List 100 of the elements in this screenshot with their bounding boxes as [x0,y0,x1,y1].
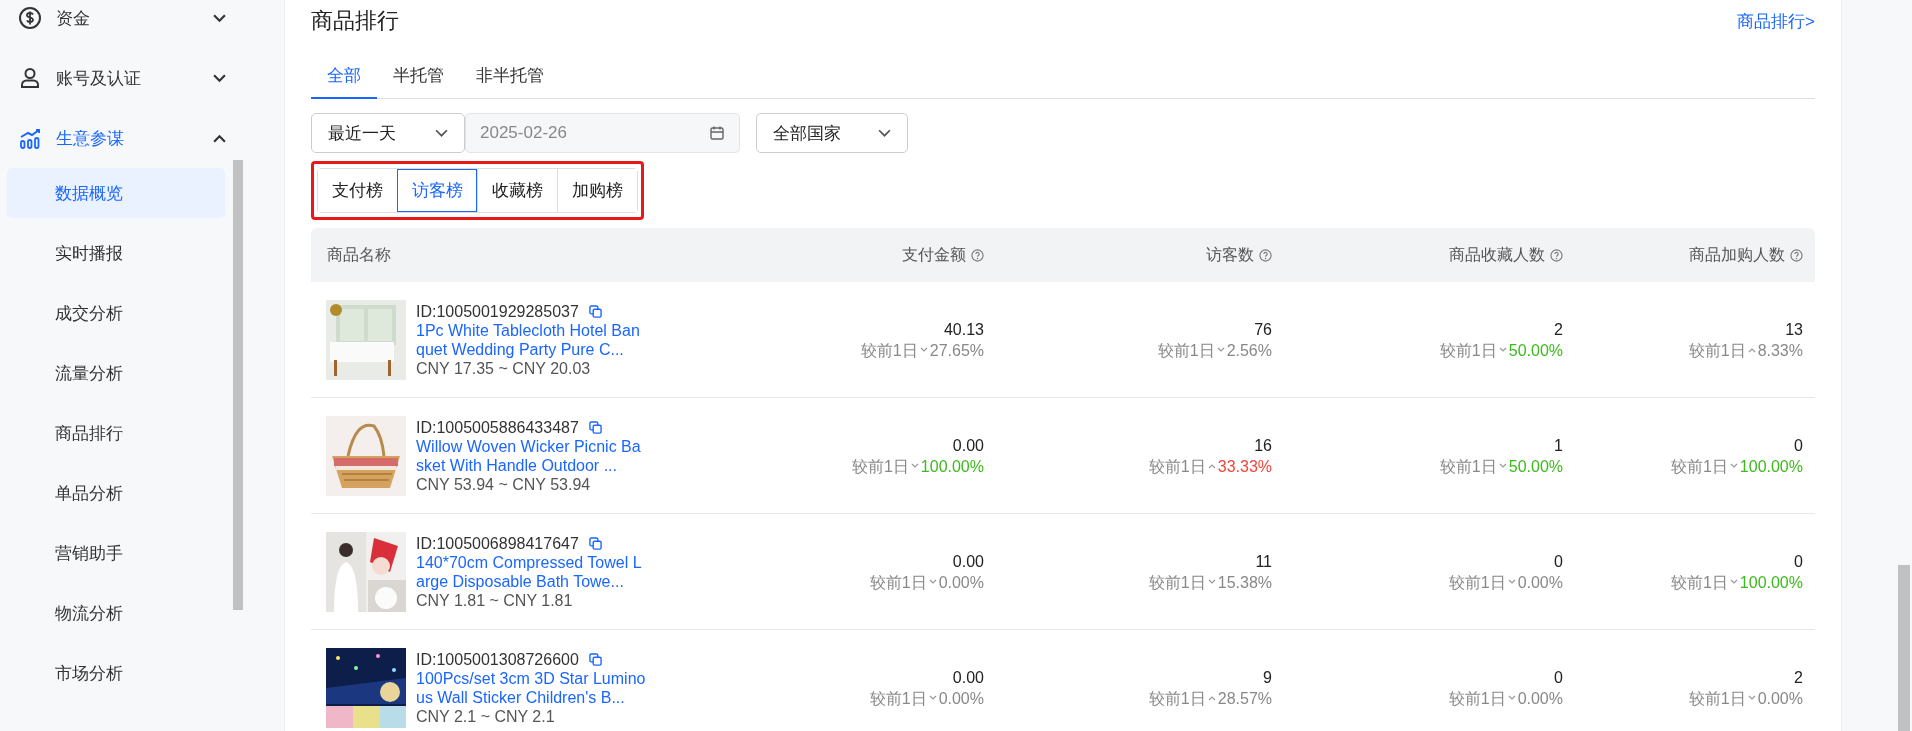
chevron-down-icon [435,128,448,138]
comparison-label: 较前1日 [1670,572,1728,593]
chart-icon [18,126,42,150]
change-percent: 15.38% [1217,572,1272,593]
ranking-link[interactable]: 商品排行> [1737,9,1815,33]
help-icon[interactable] [1550,248,1563,262]
submenu-item[interactable]: 商品排行 [7,408,225,458]
comparison-label: 较前1日 [1448,572,1506,593]
product-title-link[interactable]: 1Pc White Tablecloth Hotel Banquet Wedding Party Pure C... [416,320,646,359]
metric-value: 0.00 [952,435,984,456]
change-percent: 28.57% [1217,688,1272,709]
metric-value: 0 [1554,667,1563,688]
ranking-type-button[interactable]: 加购榜 [557,169,637,212]
country-select[interactable]: 全部国家 [756,113,908,153]
price-range: CNY 17.35 ~ CNY 20.03 [416,358,592,378]
scrollbar[interactable] [233,160,243,610]
submenu-item[interactable]: 单品分析 [7,468,225,518]
change-percent: 100.00% [1739,572,1803,593]
help-icon[interactable] [1259,248,1272,262]
comparison-label: 较前1日 [1148,456,1206,477]
comparison-label: 较前1日 [1439,456,1497,477]
period-select[interactable]: 最近一天 [311,113,465,153]
comparison-label: 较前1日 [1148,572,1206,593]
comparison-label: 较前1日 [869,688,927,709]
change-percent: 33.33% [1217,456,1272,477]
change-percent: 100.00% [920,456,984,477]
submenu-item[interactable]: 市场分析 [7,648,225,698]
metric-value: 0 [1554,551,1563,572]
copy-icon[interactable] [588,304,602,318]
column-header: 商品加购人数 [1689,244,1785,265]
section-title: 商品排行 [311,7,399,35]
comparison-label: 较前1日 [1157,340,1215,361]
change-percent: 8.33% [1757,340,1803,361]
comparison-label: 较前1日 [851,456,909,477]
submenu-item[interactable]: 流量分析 [7,348,225,398]
menu-item[interactable]: 资金 [0,0,284,48]
comparison-label: 较前1日 [860,340,918,361]
tab[interactable]: 半托管 [377,56,460,99]
comparison-label: 较前1日 [1688,688,1746,709]
product-id: ID:1005001308726600 [416,649,579,669]
metric-value: 2 [1794,667,1803,688]
scrollbar[interactable] [1898,565,1910,731]
chevron-down-icon [878,128,891,138]
product-id: ID:1005006898417647 [416,533,579,553]
tab[interactable]: 非半托管 [460,56,560,99]
metric-value: 0.00 [952,667,984,688]
column-header: 访客数 [1206,244,1254,265]
product-title-link[interactable]: Willow Woven Wicker Picnic Basket With Handle Outdoor ... [416,436,646,475]
ranking-type-button[interactable]: 访客榜 [397,169,477,212]
comparison-label: 较前1日 [1688,340,1746,361]
product-id: ID:1005005886433487 [416,417,579,437]
copy-icon[interactable] [588,652,602,666]
price-range: CNY 53.94 ~ CNY 53.94 [416,474,592,494]
product-title-link[interactable]: 100Pcs/set 3cm 3D Star Luminous Wall Sticker Children's B... [416,668,646,707]
column-header: 支付金额 [902,244,966,265]
change-percent: 0.00% [938,688,984,709]
chevron-down-icon [213,13,226,23]
metric-value: 2 [1554,319,1563,340]
dollar-icon [18,6,42,30]
product-id: ID:1005001929285037 [416,301,579,321]
change-percent: 50.00% [1508,456,1563,477]
product-title-link[interactable]: 140*70cm Compressed Towel Large Disposable Bath Towe... [416,552,646,591]
change-percent: 2.56% [1226,340,1272,361]
change-percent: 0.00% [938,572,984,593]
comparison-label: 较前1日 [1439,340,1497,361]
submenu-item[interactable]: 营销助手 [7,528,225,578]
submenu-item[interactable]: 数据概览 [7,168,225,218]
metric-value: 0 [1794,551,1803,572]
help-icon[interactable] [971,248,984,262]
metric-value: 1 [1554,435,1563,456]
comparison-label: 较前1日 [1670,456,1728,477]
submenu-item[interactable]: 成交分析 [7,288,225,338]
submenu-item[interactable]: 物流分析 [7,588,225,638]
metric-value: 13 [1785,319,1803,340]
calendar-icon [709,125,725,141]
change-percent: 100.00% [1739,456,1803,477]
metric-value: 0.00 [952,551,984,572]
metric-value: 76 [1254,319,1272,340]
change-percent: 50.00% [1508,340,1563,361]
column-header: 商品收藏人数 [1449,244,1545,265]
comparison-label: 较前1日 [869,572,927,593]
metric-value: 16 [1254,435,1272,456]
price-range: CNY 1.81 ~ CNY 1.81 [416,590,574,610]
help-icon[interactable] [1790,248,1803,262]
comparison-label: 较前1日 [1448,688,1506,709]
metric-value: 40.13 [943,319,984,340]
change-percent: 0.00% [1757,688,1803,709]
copy-icon[interactable] [588,420,602,434]
price-range: CNY 2.1 ~ CNY 2.1 [416,706,556,726]
change-percent: 0.00% [1517,688,1563,709]
menu-item[interactable]: 账号及认证 [0,48,284,108]
submenu-item[interactable]: 实时播报 [7,228,225,278]
metric-value: 9 [1263,667,1272,688]
metric-value: 11 [1255,551,1272,572]
comparison-label: 较前1日 [1148,688,1206,709]
user-icon [18,66,42,90]
copy-icon[interactable] [588,536,602,550]
menu-item[interactable]: 生意参谋 [0,108,284,168]
tab[interactable]: 全部 [311,56,377,99]
change-percent: 27.65% [929,340,984,361]
